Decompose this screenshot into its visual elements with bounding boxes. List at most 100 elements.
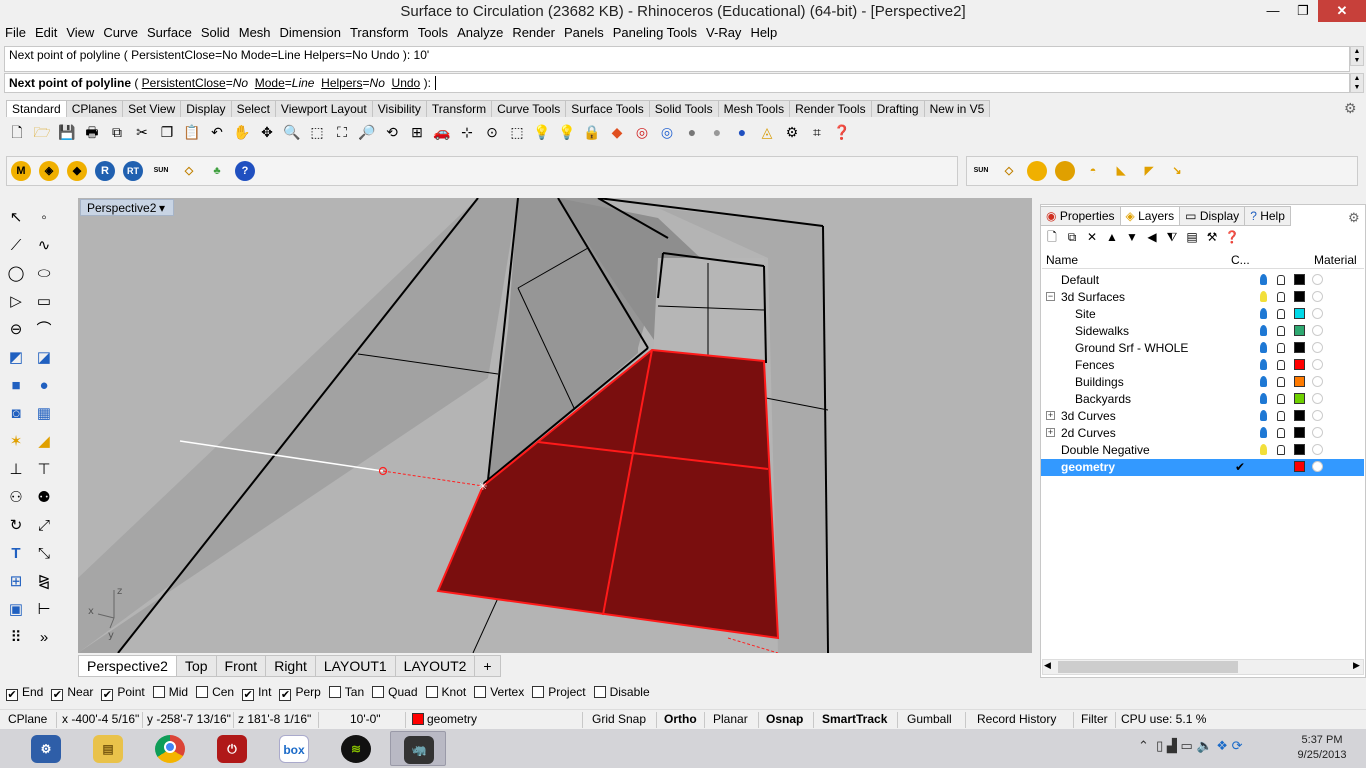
filter-toggle[interactable]: Filter — [1079, 712, 1110, 726]
pan-icon[interactable]: ✥ — [256, 121, 278, 143]
checkbox[interactable] — [152, 686, 165, 698]
lock-icon[interactable] — [1277, 394, 1285, 404]
light-bulb-icon[interactable] — [1260, 325, 1267, 336]
layer-icon[interactable]: ◆ — [606, 121, 628, 143]
panel-gear-icon[interactable]: ⚙ — [1348, 210, 1360, 226]
vtab-front[interactable]: Front — [215, 655, 267, 677]
osnap-disable[interactable]: Disable — [593, 685, 650, 699]
material-icon[interactable] — [1312, 342, 1323, 353]
checkbox[interactable]: ✔ — [101, 689, 114, 701]
scroll-right-icon[interactable]: ▶ — [1353, 660, 1360, 671]
network-icon[interactable]: ▟ — [1167, 738, 1177, 753]
layer-row-backyards[interactable]: Backyards — [1041, 391, 1364, 408]
layer-color-swatch[interactable] — [1294, 376, 1305, 387]
move-out-icon[interactable]: ◀ — [1142, 228, 1162, 246]
vtab-top[interactable]: Top — [175, 655, 217, 677]
viewport-menu-arrow-icon[interactable]: ▾ — [159, 201, 165, 215]
osnap-end[interactable]: ✔ End — [6, 685, 43, 701]
layer-row-site[interactable]: Site — [1041, 306, 1364, 323]
render-sphere-icon[interactable]: ● — [681, 121, 703, 143]
layer-row-fences[interactable]: Fences — [1041, 357, 1364, 374]
grid-snap-toggle[interactable]: Grid Snap — [590, 712, 648, 726]
checkbox[interactable] — [372, 686, 385, 698]
tab-render-tools[interactable]: Render Tools — [789, 100, 872, 117]
tools-icon[interactable]: ⚒ — [1202, 228, 1222, 246]
lock-icon[interactable] — [1277, 326, 1285, 336]
record-history-toggle[interactable]: Record History — [975, 712, 1058, 726]
directional-light-icon[interactable]: ↘ — [1167, 161, 1187, 181]
osnap-tan[interactable]: Tan — [328, 685, 364, 699]
material-icon[interactable] — [1312, 359, 1323, 370]
panel-scroll-thumb[interactable] — [1058, 661, 1238, 673]
grid-icon[interactable]: ⠿ — [4, 627, 28, 649]
surface-icon[interactable]: ◩ — [4, 347, 28, 369]
column-material[interactable]: Material — [1314, 253, 1357, 267]
menu-solid[interactable]: Solid — [197, 24, 234, 42]
vtab-layout2[interactable]: LAYOUT2 — [394, 655, 476, 677]
material-icon[interactable] — [1312, 274, 1323, 285]
polygon-icon[interactable]: ▷ — [4, 291, 28, 313]
option-undo[interactable]: Undo — [392, 76, 421, 90]
layer-row-buildings[interactable]: Buildings — [1041, 374, 1364, 391]
offset-icon[interactable]: ⊖ — [4, 319, 28, 341]
expand-toggle-icon[interactable]: + — [1046, 411, 1055, 420]
save-icon[interactable]: 💾 — [56, 121, 78, 143]
tab-solid-tools[interactable]: Solid Tools — [648, 100, 719, 117]
display-tray-icon[interactable]: ▭ — [1181, 738, 1193, 753]
vtab-perspective2[interactable]: Perspective2 — [78, 655, 177, 677]
volume-icon[interactable]: 🔈 — [1196, 738, 1212, 753]
object-color-icon[interactable]: ◎ — [656, 121, 678, 143]
vtab-right[interactable]: Right — [265, 655, 316, 677]
column-name[interactable]: Name — [1046, 253, 1078, 267]
material-icon[interactable] — [1312, 427, 1323, 438]
lock-icon[interactable]: 🔒 — [581, 121, 603, 143]
tab-mesh-tools[interactable]: Mesh Tools — [717, 100, 791, 117]
vtab-layout1[interactable]: LAYOUT1 — [314, 655, 396, 677]
tab-new-in-v5[interactable]: New in V5 — [923, 100, 991, 117]
layer-states-icon[interactable]: ▤ — [1182, 228, 1202, 246]
tab-help[interactable]: ? Help — [1244, 206, 1291, 226]
layer-color-swatch[interactable] — [1294, 393, 1305, 404]
ies-light-icon[interactable]: ◤ — [1139, 161, 1159, 181]
move-icon[interactable]: ⤡ — [32, 543, 56, 565]
menu-help[interactable]: Help — [746, 24, 781, 42]
help-icon[interactable]: ❓ — [831, 121, 853, 143]
material-icon[interactable] — [1312, 308, 1323, 319]
smarttrack-toggle[interactable]: SmartTrack — [820, 712, 889, 726]
rotate-icon[interactable]: ↻ — [4, 515, 28, 537]
show-icon[interactable]: 💡 — [556, 121, 578, 143]
gear-icon[interactable]: ⚙ — [1344, 100, 1360, 116]
open-file-icon[interactable]: 🗁 — [31, 121, 53, 143]
viewport-title[interactable]: Perspective2 ▾ — [80, 199, 174, 216]
print-icon[interactable]: 🖶 — [81, 121, 103, 143]
tab-transform[interactable]: Transform — [425, 100, 493, 117]
checkbox[interactable] — [532, 686, 545, 698]
tab-drafting[interactable]: Drafting — [870, 100, 925, 117]
layer-color-swatch[interactable] — [1294, 427, 1305, 438]
osnap-project[interactable]: Project — [532, 685, 586, 699]
tab-select[interactable]: Select — [230, 100, 276, 117]
layer-row-3d-surfaces[interactable]: −3d Surfaces — [1041, 289, 1364, 306]
light-bulb-icon[interactable] — [1260, 359, 1267, 370]
tab-curve-tools[interactable]: Curve Tools — [491, 100, 567, 117]
checkbox[interactable]: ✔ — [242, 689, 255, 701]
dimension-icon[interactable]: ⊢ — [32, 599, 56, 621]
ungroup-icon[interactable]: ⚉ — [32, 487, 56, 509]
osnap-cen[interactable]: Cen — [196, 685, 234, 699]
delete-layer-icon[interactable]: ✕ — [1082, 228, 1102, 246]
menu-dimension[interactable]: Dimension — [276, 24, 345, 42]
car-icon[interactable]: 🚗 — [431, 121, 453, 143]
undo-icon[interactable]: ↶ — [206, 121, 228, 143]
scale-icon[interactable]: ⤢ — [32, 515, 56, 537]
osnap-toggle[interactable]: Osnap — [764, 712, 805, 726]
menu-mesh[interactable]: Mesh — [235, 24, 275, 42]
layer-color-swatch[interactable] — [1294, 461, 1305, 472]
polyline-icon[interactable]: ⟋ — [4, 235, 28, 257]
layer-help-icon[interactable]: ❓ — [1222, 228, 1242, 246]
split-icon[interactable]: ⊤ — [32, 459, 56, 481]
material-icon[interactable] — [1312, 444, 1323, 455]
layer-row-2d-curves[interactable]: +2d Curves — [1041, 425, 1364, 442]
show-hidden-icon[interactable]: ⌃ — [1138, 738, 1149, 753]
osnap-near[interactable]: ✔ Near — [51, 685, 93, 701]
omni-light-icon[interactable] — [1055, 161, 1075, 181]
